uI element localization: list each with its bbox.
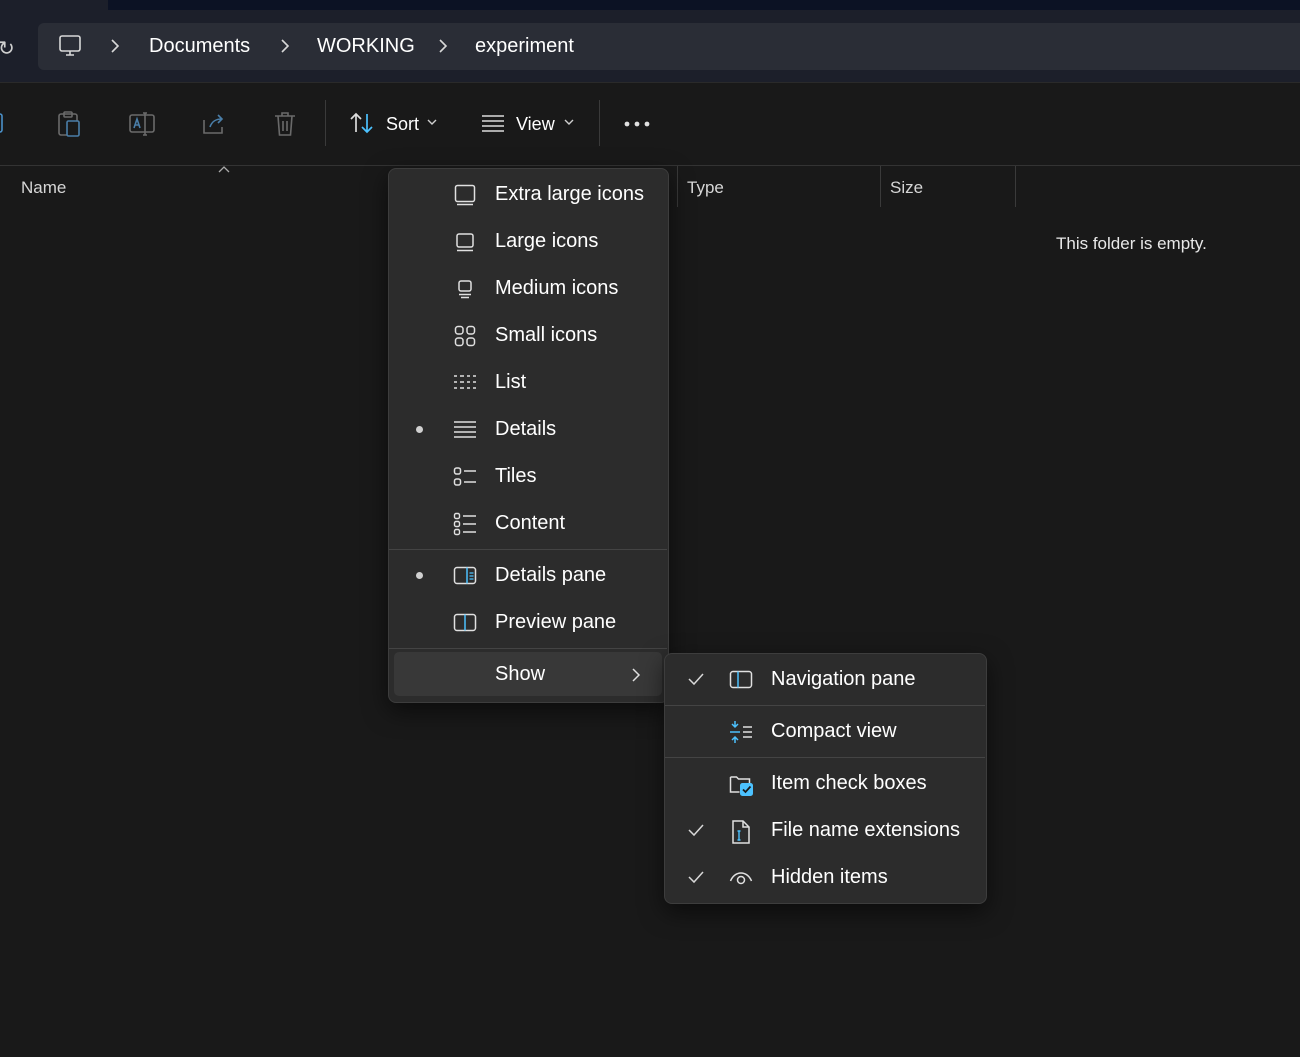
tiles-icon xyxy=(453,465,477,489)
menu-item-tiles[interactable]: Tiles xyxy=(495,465,536,488)
menu-item-list[interactable]: List xyxy=(495,371,526,394)
this-pc-icon[interactable] xyxy=(57,33,83,59)
empty-folder-message: This folder is empty. xyxy=(1056,234,1207,253)
menu-item-compact-view[interactable]: Compact view xyxy=(771,720,897,743)
compact-view-icon xyxy=(729,720,753,744)
menu-item-file-name-extensions[interactable]: File name extensions xyxy=(771,819,960,842)
chevron-right-icon[interactable] xyxy=(278,38,292,54)
content-icon xyxy=(453,512,477,536)
checkmark-icon xyxy=(687,822,705,838)
column-divider[interactable] xyxy=(677,166,678,207)
list-icon xyxy=(453,371,477,395)
breadcrumb-experiment[interactable]: experiment xyxy=(475,35,574,58)
menu-item-hidden-items[interactable]: Hidden items xyxy=(771,866,888,889)
checkmark-icon xyxy=(687,869,705,885)
medium-icons-icon xyxy=(453,277,477,301)
cut-icon[interactable] xyxy=(0,110,8,138)
file-name-extensions-icon xyxy=(729,819,753,845)
menu-item-content[interactable]: Content xyxy=(495,512,565,535)
chevron-right-icon[interactable] xyxy=(436,38,450,54)
menu-item-large-icons[interactable]: Large icons xyxy=(495,230,598,253)
small-icons-icon xyxy=(453,324,477,348)
more-options-icon[interactable] xyxy=(622,118,652,130)
menu-separator xyxy=(665,705,985,706)
menu-separator xyxy=(389,549,667,550)
column-header-type[interactable]: Type xyxy=(687,178,724,198)
chevron-down-icon[interactable] xyxy=(426,117,438,127)
selected-bullet-icon xyxy=(416,426,423,433)
navigation-pane-icon xyxy=(729,668,753,692)
details-icon xyxy=(453,418,477,442)
breadcrumb-working[interactable]: WORKING xyxy=(317,35,415,58)
extra-large-icons-icon xyxy=(453,183,477,207)
breadcrumb-documents[interactable]: Documents xyxy=(149,35,250,58)
item-check-boxes-icon xyxy=(729,772,755,798)
chevron-right-icon[interactable] xyxy=(108,38,122,54)
sort-ascending-icon xyxy=(217,165,231,175)
menu-item-item-check-boxes[interactable]: Item check boxes xyxy=(771,772,927,795)
menu-item-small-icons[interactable]: Small icons xyxy=(495,324,597,347)
chevron-right-icon xyxy=(630,667,642,683)
paste-icon[interactable] xyxy=(56,110,82,138)
menu-item-show-label: Show xyxy=(495,663,546,685)
window-title-band xyxy=(108,0,1300,10)
refresh-icon[interactable]: ↻ xyxy=(0,36,15,61)
view-icon[interactable] xyxy=(480,113,506,133)
menu-item-details[interactable]: Details xyxy=(495,418,556,441)
preview-pane-icon xyxy=(453,611,477,635)
menu-item-medium-icons[interactable]: Medium icons xyxy=(495,277,618,300)
rename-icon[interactable] xyxy=(128,110,156,138)
menu-item-extra-large-icons[interactable]: Extra large icons xyxy=(495,183,644,206)
details-pane-icon xyxy=(453,564,477,588)
column-header-size[interactable]: Size xyxy=(890,178,923,198)
checkmark-icon xyxy=(687,671,705,687)
sort-icon[interactable] xyxy=(348,110,376,138)
column-divider[interactable] xyxy=(1015,166,1016,207)
column-divider[interactable] xyxy=(880,166,881,207)
sort-button[interactable]: Sort xyxy=(386,114,419,135)
toolbar-separator xyxy=(325,100,326,146)
selected-bullet-icon xyxy=(416,572,423,579)
menu-separator xyxy=(665,757,985,758)
column-header-name[interactable]: Name xyxy=(21,178,66,198)
share-icon[interactable] xyxy=(200,110,228,138)
hidden-items-icon xyxy=(729,866,753,890)
menu-item-preview-pane[interactable]: Preview pane xyxy=(495,611,616,634)
delete-icon[interactable] xyxy=(272,110,298,138)
menu-item-navigation-pane[interactable]: Navigation pane xyxy=(771,668,916,691)
chevron-down-icon[interactable] xyxy=(563,117,575,127)
menu-separator xyxy=(389,648,667,649)
view-button[interactable]: View xyxy=(516,114,555,135)
toolbar-separator xyxy=(599,100,600,146)
large-icons-icon xyxy=(453,230,477,254)
menu-item-details-pane[interactable]: Details pane xyxy=(495,564,606,587)
